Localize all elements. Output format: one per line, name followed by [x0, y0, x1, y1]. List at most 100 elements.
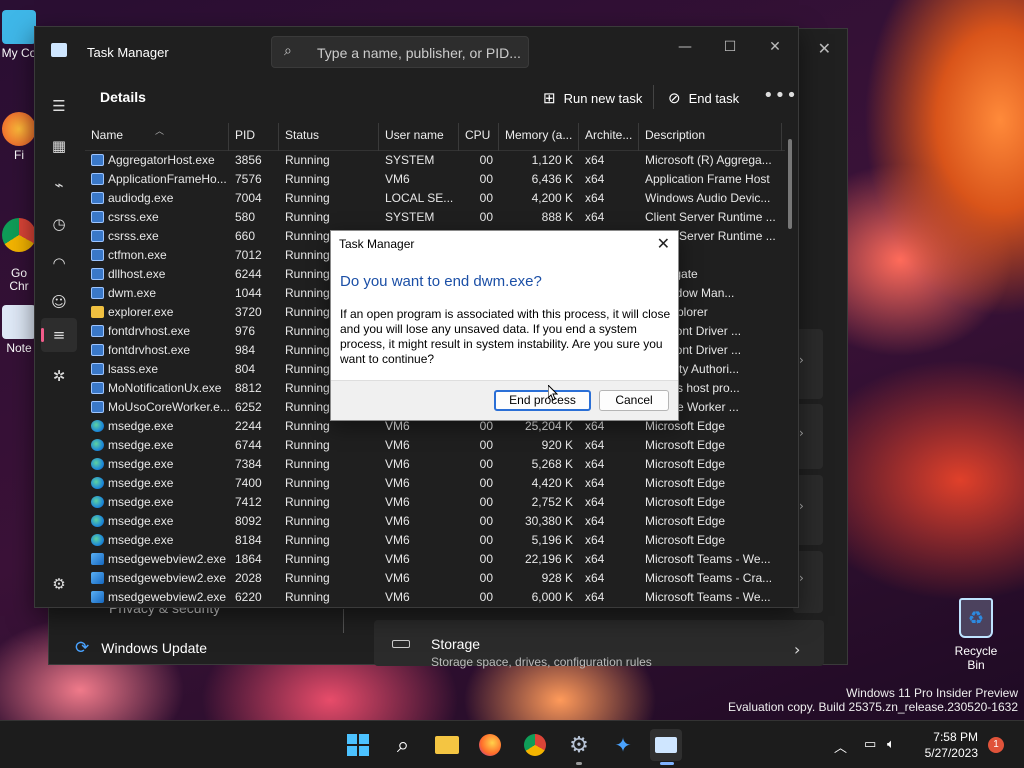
cell-cpu: 00: [479, 153, 493, 167]
cell-desc: Client Server Runtime ...: [645, 210, 776, 224]
cell-pid: 984: [235, 343, 256, 357]
cell-status: Running: [285, 153, 330, 167]
table-row[interactable]: msedge.exe 8092 Running VM6 00 30,380 K x64 Mic…: [85, 512, 785, 531]
users-icon[interactable]: ☺: [41, 285, 77, 319]
desktop-icon-notepad[interactable]: Note: [0, 305, 38, 355]
show-hidden-icons-chevron-icon[interactable]: ︿: [834, 737, 847, 756]
more-options-button[interactable]: •••: [763, 85, 798, 106]
cell-cpu: 00: [479, 172, 493, 186]
clock[interactable]: 7:58 PM 5/27/2023: [916, 729, 978, 761]
cell-pid: 7400: [235, 476, 262, 490]
firefox-icon[interactable]: [474, 729, 506, 761]
run-new-task-label: Run new task: [563, 90, 643, 106]
end-task-button[interactable]: ⊘ End task: [668, 89, 739, 107]
column-header-status[interactable]: Status: [279, 123, 379, 151]
desktop-icon-my-computer[interactable]: My Co: [0, 10, 38, 60]
desktop-icon-firefox[interactable]: Fi: [0, 112, 38, 162]
run-new-task-button[interactable]: ⊞ Run new task: [543, 89, 642, 107]
settings-gear-icon[interactable]: ⚙: [41, 567, 77, 601]
processes-icon[interactable]: ▦: [41, 129, 77, 163]
cancel-button[interactable]: Cancel: [599, 390, 669, 411]
table-row[interactable]: audiodg.exe 7004 Running LOCAL SE... 00 4,200…: [85, 189, 785, 208]
cell-arch: x64: [585, 476, 605, 490]
cell-cpu: 00: [479, 457, 493, 471]
process-name: csrss.exe: [108, 229, 159, 243]
table-row[interactable]: msedge.exe 8184 Running VM6 00 5,196 K x64 Micr…: [85, 531, 785, 550]
task-manager-taskbar-icon[interactable]: [650, 729, 682, 765]
cell-arch: x64: [585, 438, 605, 452]
table-row[interactable]: msedgewebview2.exe 2028 Running VM6 00 928 K x…: [85, 569, 785, 588]
app-history-icon[interactable]: ◷: [41, 207, 77, 241]
services-icon[interactable]: ✲: [41, 359, 77, 393]
firefox-icon: [2, 112, 36, 146]
notification-badge[interactable]: 1: [988, 737, 1004, 753]
desktop-icon-chrome[interactable]: Go Chr: [0, 205, 38, 293]
cell-arch: x64: [585, 571, 605, 585]
minimize-button[interactable]: —: [665, 33, 705, 61]
details-icon[interactable]: ≡: [41, 318, 77, 352]
column-header-memory[interactable]: Memory (a...: [499, 123, 579, 151]
recycle-bin[interactable]: ♻ Recycle Bin: [945, 598, 1007, 672]
cell-cpu: 00: [479, 533, 493, 547]
table-row[interactable]: msedge.exe 7384 Running VM6 00 5,268 K x64 Micr…: [85, 455, 785, 474]
cell-status: Running: [285, 552, 330, 566]
title-bar[interactable]: Task Manager ⌕ Type a name, publisher, o…: [35, 27, 798, 77]
close-button[interactable]: ✕: [755, 33, 795, 61]
settings-gear-icon[interactable]: ⚙: [563, 729, 595, 765]
vertical-scrollbar[interactable]: [788, 139, 792, 229]
webview-icon: [91, 572, 104, 584]
settings-divider: [343, 609, 344, 633]
cell-pid: 7412: [235, 495, 262, 509]
devhome-icon[interactable]: ✦: [607, 729, 639, 761]
cell-user: VM6: [385, 438, 410, 452]
table-row[interactable]: msedge.exe 7400 Running VM6 00 4,420 K x64 Micr…: [85, 474, 785, 493]
table-row[interactable]: ApplicationFrameHo... 7576 Running VM6 00 6,4…: [85, 170, 785, 189]
chrome-icon[interactable]: [519, 729, 551, 761]
startup-apps-icon[interactable]: ◠: [41, 246, 77, 280]
process-name: fontdrvhost.exe: [108, 343, 191, 357]
table-row[interactable]: msedge.exe 6744 Running VM6 00 920 K x64 Micros…: [85, 436, 785, 455]
table-row[interactable]: msedgewebview2.exe 6220 Running VM6 00 6,000 …: [85, 588, 785, 607]
start-button-windows-icon[interactable]: [342, 729, 374, 761]
column-header-user[interactable]: User name: [379, 123, 459, 151]
cell-name: msedge.exe: [85, 417, 229, 436]
cell-status: Running: [285, 438, 330, 452]
process-name: AggregatorHost.exe: [108, 153, 215, 167]
cell-desc: Microsoft (R) Aggrega...: [645, 153, 772, 167]
table-row[interactable]: csrss.exe 580 Running SYSTEM 00 888 K x64 Clien…: [85, 208, 785, 227]
storage-card[interactable]: Storage Storage space, drives, configura…: [374, 620, 824, 669]
table-row[interactable]: msedgewebview2.exe 1864 Running VM6 00 22,196…: [85, 550, 785, 569]
cell-pid: 804: [235, 362, 256, 376]
search-icon[interactable]: ⌕: [387, 729, 419, 761]
column-header-architecture[interactable]: Archite...: [579, 123, 639, 151]
table-row[interactable]: msedge.exe 7412 Running VM6 00 2,752 K x64 Micr…: [85, 493, 785, 512]
column-header-name[interactable]: ︿ Name: [85, 123, 229, 151]
end-process-button[interactable]: End process: [494, 390, 591, 411]
network-icon[interactable]: ▭: [864, 737, 876, 752]
volume-icon[interactable]: 🔈︎: [887, 737, 895, 752]
search-input[interactable]: ⌕ Type a name, publisher, or PID...: [271, 36, 529, 68]
column-header-pid[interactable]: PID: [229, 123, 279, 151]
cell-memory: 4,200 K: [531, 191, 573, 205]
cell-user: SYSTEM: [385, 153, 435, 167]
performance-icon[interactable]: ⌁: [41, 168, 77, 202]
cell-name: MoNotificationUx.exe: [85, 379, 229, 398]
column-header-cpu[interactable]: CPU: [459, 123, 499, 151]
maximize-button[interactable]: ☐: [710, 33, 750, 61]
column-header-description[interactable]: Description: [639, 123, 782, 151]
cell-user: VM6: [385, 172, 410, 186]
windows-update-link[interactable]: ⟳ Windows Update: [75, 638, 207, 658]
chevron-right-icon: ›: [799, 571, 804, 585]
close-icon[interactable]: ✕: [818, 39, 831, 58]
process-name: explorer.exe: [108, 305, 174, 319]
taskbar: ⌕ ⚙ ✦ ︿ ▭ 🔈︎ 7:58 PM 5/27/2023 1: [0, 720, 1024, 768]
file-explorer-icon[interactable]: [431, 729, 463, 761]
table-row[interactable]: AggregatorHost.exe 3856 Running SYSTEM 00 1,1…: [85, 151, 785, 170]
hamburger-menu-icon[interactable]: ☰: [41, 89, 77, 123]
close-icon[interactable]: ✕: [657, 234, 670, 253]
cell-pid: 1864: [235, 552, 262, 566]
cell-name: ApplicationFrameHo...: [85, 170, 229, 189]
cell-user: SYSTEM: [385, 210, 435, 224]
process-name: dwm.exe: [108, 286, 157, 300]
recycle-bin-label: Recycle Bin: [954, 644, 998, 672]
